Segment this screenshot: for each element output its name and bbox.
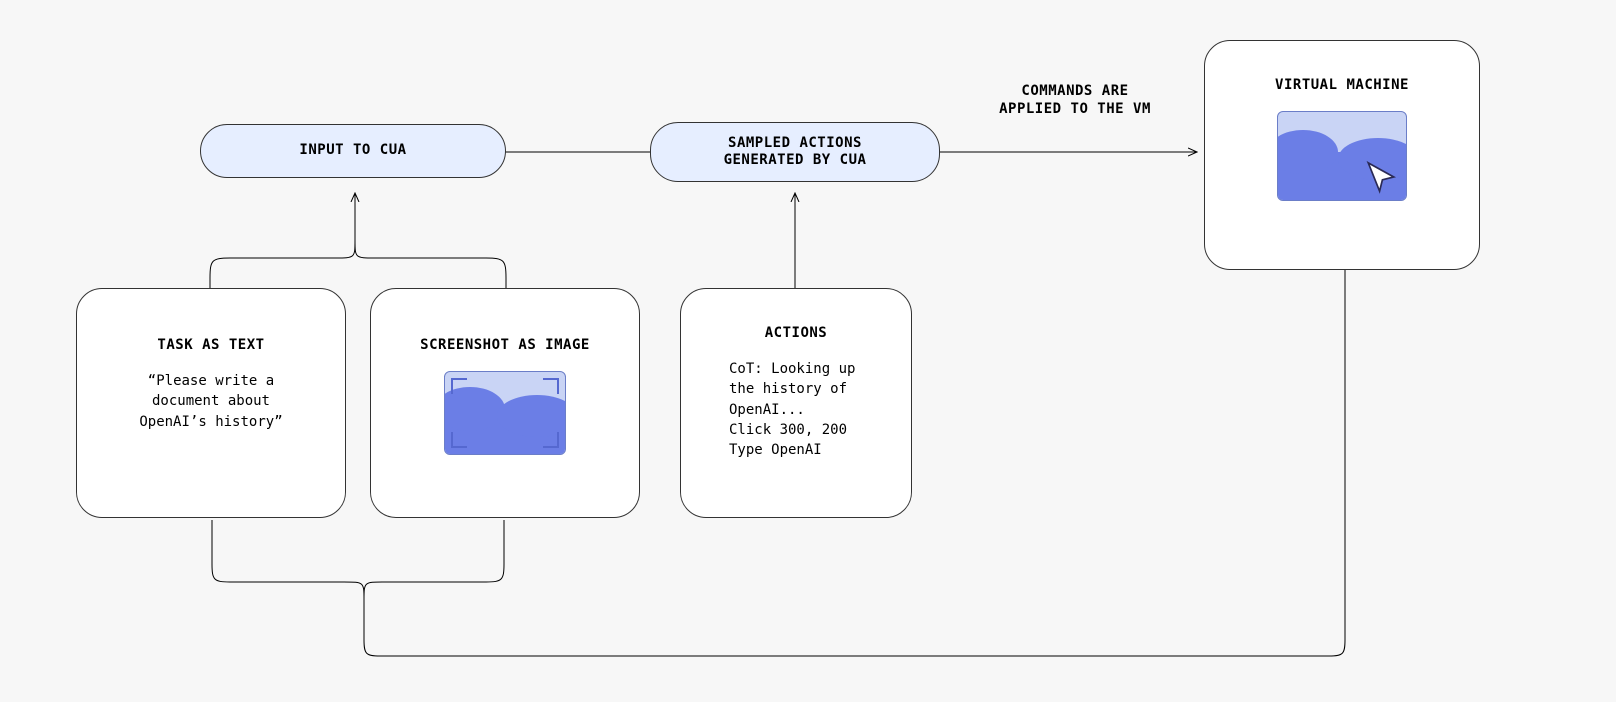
node-task-as-text: TASK AS TEXT “Please write a document ab…	[76, 288, 346, 518]
task-card-title: TASK AS TEXT	[99, 337, 323, 353]
node-screenshot-as-image: SCREENSHOT AS IMAGE	[370, 288, 640, 518]
node-actions: ACTIONS CoT: Looking up the history of O…	[680, 288, 912, 518]
node-sampled-actions: SAMPLED ACTIONS GENERATED BY CUA	[650, 122, 940, 182]
actions-card-title: ACTIONS	[703, 325, 889, 341]
vm-thumbnail-icon	[1227, 111, 1457, 201]
cursor-icon	[1364, 160, 1398, 194]
task-card-body: “Please write a document about OpenAI’s …	[99, 371, 323, 432]
screenshot-thumbnail-icon	[393, 371, 617, 455]
node-input-label: INPUT TO CUA	[299, 142, 406, 160]
node-sampled-label: SAMPLED ACTIONS GENERATED BY CUA	[724, 135, 867, 170]
node-virtual-machine: VIRTUAL MACHINE	[1204, 40, 1480, 270]
node-input-to-cua: INPUT TO CUA	[200, 124, 506, 178]
edge-label-commands: COMMANDS ARE APPLIED TO THE VM	[960, 82, 1190, 118]
screenshot-card-title: SCREENSHOT AS IMAGE	[393, 337, 617, 353]
actions-card-body: CoT: Looking up the history of OpenAI...…	[703, 359, 889, 460]
diagram-canvas: INPUT TO CUA SAMPLED ACTIONS GENERATED B…	[0, 0, 1616, 702]
vm-card-title: VIRTUAL MACHINE	[1227, 77, 1457, 93]
